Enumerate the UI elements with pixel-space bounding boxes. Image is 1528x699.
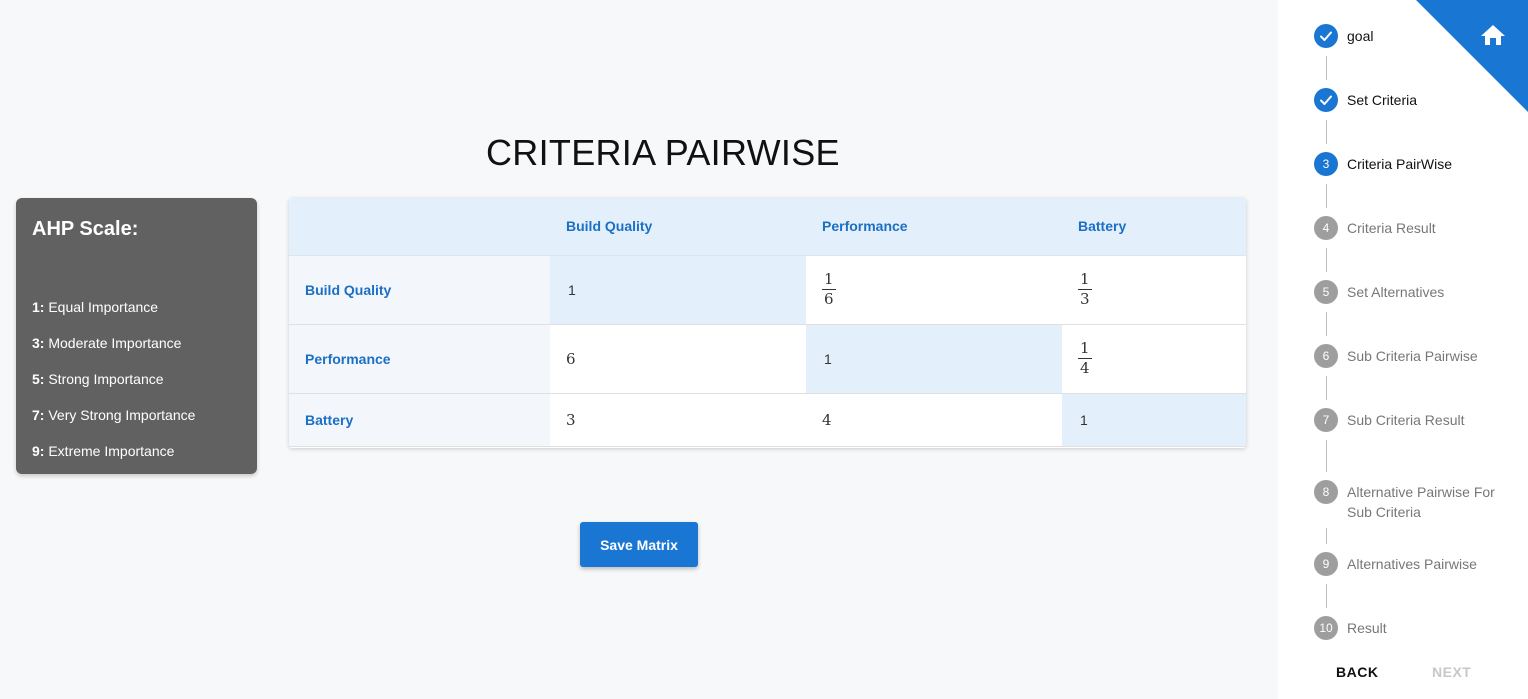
- step-number: 3: [1314, 152, 1338, 176]
- stepper-sidebar: goal Set Criteria 3 Criteria PairWise 4 Crite…: [1278, 0, 1528, 699]
- step-10: 10 Result: [1314, 616, 1497, 640]
- step-connector: [1326, 376, 1327, 400]
- step-2: Set Criteria: [1314, 88, 1497, 112]
- matrix-diagonal-cell: 1: [806, 324, 1062, 394]
- step-label: Alternatives Pairwise: [1347, 556, 1477, 572]
- matrix-cell[interactable]: 3: [550, 393, 806, 447]
- matrix-cell[interactable]: 16: [806, 255, 1062, 325]
- ahp-scale-text: Extreme Importance: [48, 443, 175, 459]
- step-5: 5 Set Alternatives: [1314, 280, 1497, 304]
- step-7: 7 Sub Criteria Result: [1314, 408, 1497, 432]
- matrix-cell-value: 6: [566, 349, 576, 368]
- back-button[interactable]: BACK: [1336, 664, 1378, 680]
- step-connector: [1326, 248, 1327, 272]
- step-label: Alternative Pairwise For Sub Criteria: [1347, 484, 1495, 520]
- ahp-scale-key: 7:: [32, 407, 45, 423]
- ahp-scale-item: 3: Moderate Importance: [32, 325, 241, 361]
- matrix-diagonal-cell: 1: [550, 255, 806, 325]
- step-connector: [1326, 184, 1327, 208]
- matrix-cell-value: 3: [566, 410, 576, 429]
- fraction-value: 13: [1078, 270, 1092, 309]
- step-number: 7: [1314, 408, 1338, 432]
- matrix-header-row: Build Quality Performance Battery: [289, 198, 1246, 256]
- matrix-row: Battery 3 4 1: [289, 393, 1246, 447]
- fraction-denominator: 6: [824, 290, 834, 308]
- step-number: 6: [1314, 344, 1338, 368]
- fraction-denominator: 3: [1080, 290, 1090, 308]
- fraction-value: 16: [822, 270, 836, 309]
- ahp-scale-key: 9:: [32, 443, 45, 459]
- matrix-cell[interactable]: 14: [1062, 324, 1246, 394]
- step-number: 5: [1314, 280, 1338, 304]
- step-connector: [1326, 312, 1327, 336]
- page-title: CRITERIA PAIRWISE: [486, 132, 840, 173]
- step-connector: [1326, 528, 1327, 544]
- fraction-value: 14: [1078, 339, 1092, 378]
- step-label: Criteria PairWise: [1347, 156, 1453, 172]
- ahp-scale-list: 1: Equal Importance 3: Moderate Importanc…: [32, 289, 241, 469]
- step-6: 6 Sub Criteria Pairwise: [1314, 344, 1497, 368]
- step-8: 8 Alternative Pairwise For Sub Criteria: [1314, 480, 1497, 522]
- step-label: Set Criteria: [1347, 92, 1418, 108]
- ahp-scale-text: Equal Importance: [48, 299, 159, 315]
- step-1: goal: [1314, 24, 1497, 48]
- step-label: goal: [1347, 28, 1374, 44]
- save-matrix-button[interactable]: Save Matrix: [580, 522, 698, 567]
- step-connector: [1326, 584, 1327, 608]
- ahp-scale-panel: AHP Scale: 1: Equal Importance 3: Moderat…: [16, 198, 257, 474]
- ahp-scale-key: 5:: [32, 371, 45, 387]
- row-header: Battery: [289, 393, 550, 447]
- step-connector: [1326, 440, 1327, 472]
- matrix-cell-value: 4: [822, 410, 832, 429]
- step-label: Sub Criteria Pairwise: [1347, 348, 1478, 364]
- matrix-cell[interactable]: 4: [806, 393, 1062, 447]
- matrix-diagonal-cell: 1: [1062, 393, 1246, 447]
- row-header: Performance: [289, 324, 550, 394]
- check-icon: [1314, 24, 1338, 48]
- ahp-scale-item: 7: Very Strong Importance: [32, 397, 241, 433]
- fraction-numerator: 1: [1078, 270, 1092, 290]
- step-label: Sub Criteria Result: [1347, 412, 1465, 428]
- matrix-row: Performance 6 1 1 4: [289, 324, 1246, 394]
- step-3: 3 Criteria PairWise: [1314, 152, 1497, 176]
- step-label: Criteria Result: [1347, 220, 1436, 236]
- row-header: Build Quality: [289, 255, 550, 325]
- ahp-scale-key: 1:: [32, 299, 45, 315]
- column-header: Performance: [806, 198, 1062, 256]
- ahp-scale-text: Strong Importance: [48, 371, 164, 387]
- ahp-scale-item: 5: Strong Importance: [32, 361, 241, 397]
- matrix-row: Build Quality 1 1 6 1 3: [289, 255, 1246, 325]
- column-header: Battery: [1062, 198, 1246, 256]
- step-4: 4 Criteria Result: [1314, 216, 1497, 240]
- ahp-scale-item: 1: Equal Importance: [32, 289, 241, 325]
- main-content: CRITERIA PAIRWISE AHP Scale: 1: Equal Im…: [0, 0, 1278, 699]
- step-connector: [1326, 120, 1327, 144]
- step-label: Set Alternatives: [1347, 284, 1445, 300]
- next-button: NEXT: [1432, 664, 1472, 680]
- check-icon: [1314, 88, 1338, 112]
- column-header: Build Quality: [550, 198, 806, 256]
- fraction-numerator: 1: [1078, 339, 1092, 359]
- ahp-scale-key: 3:: [32, 335, 45, 351]
- step-number: 10: [1314, 616, 1338, 640]
- matrix-cell[interactable]: 13: [1062, 255, 1246, 325]
- matrix-cell[interactable]: 6: [550, 324, 806, 394]
- fraction-denominator: 4: [1080, 359, 1090, 377]
- step-label: Result: [1347, 620, 1387, 636]
- ahp-scale-title: AHP Scale:: [32, 218, 139, 240]
- ahp-scale-item: 9: Extreme Importance: [32, 433, 241, 469]
- step-connector: [1326, 56, 1327, 80]
- ahp-scale-text: Moderate Importance: [48, 335, 182, 351]
- matrix-corner-cell: [289, 198, 550, 256]
- fraction-numerator: 1: [822, 270, 836, 290]
- ahp-scale-text: Very Strong Importance: [48, 407, 196, 423]
- pairwise-matrix: Build Quality Performance Battery Build …: [289, 198, 1246, 448]
- step-9: 9 Alternatives Pairwise: [1314, 552, 1497, 576]
- step-number: 8: [1314, 480, 1338, 504]
- step-number: 4: [1314, 216, 1338, 240]
- step-number: 9: [1314, 552, 1338, 576]
